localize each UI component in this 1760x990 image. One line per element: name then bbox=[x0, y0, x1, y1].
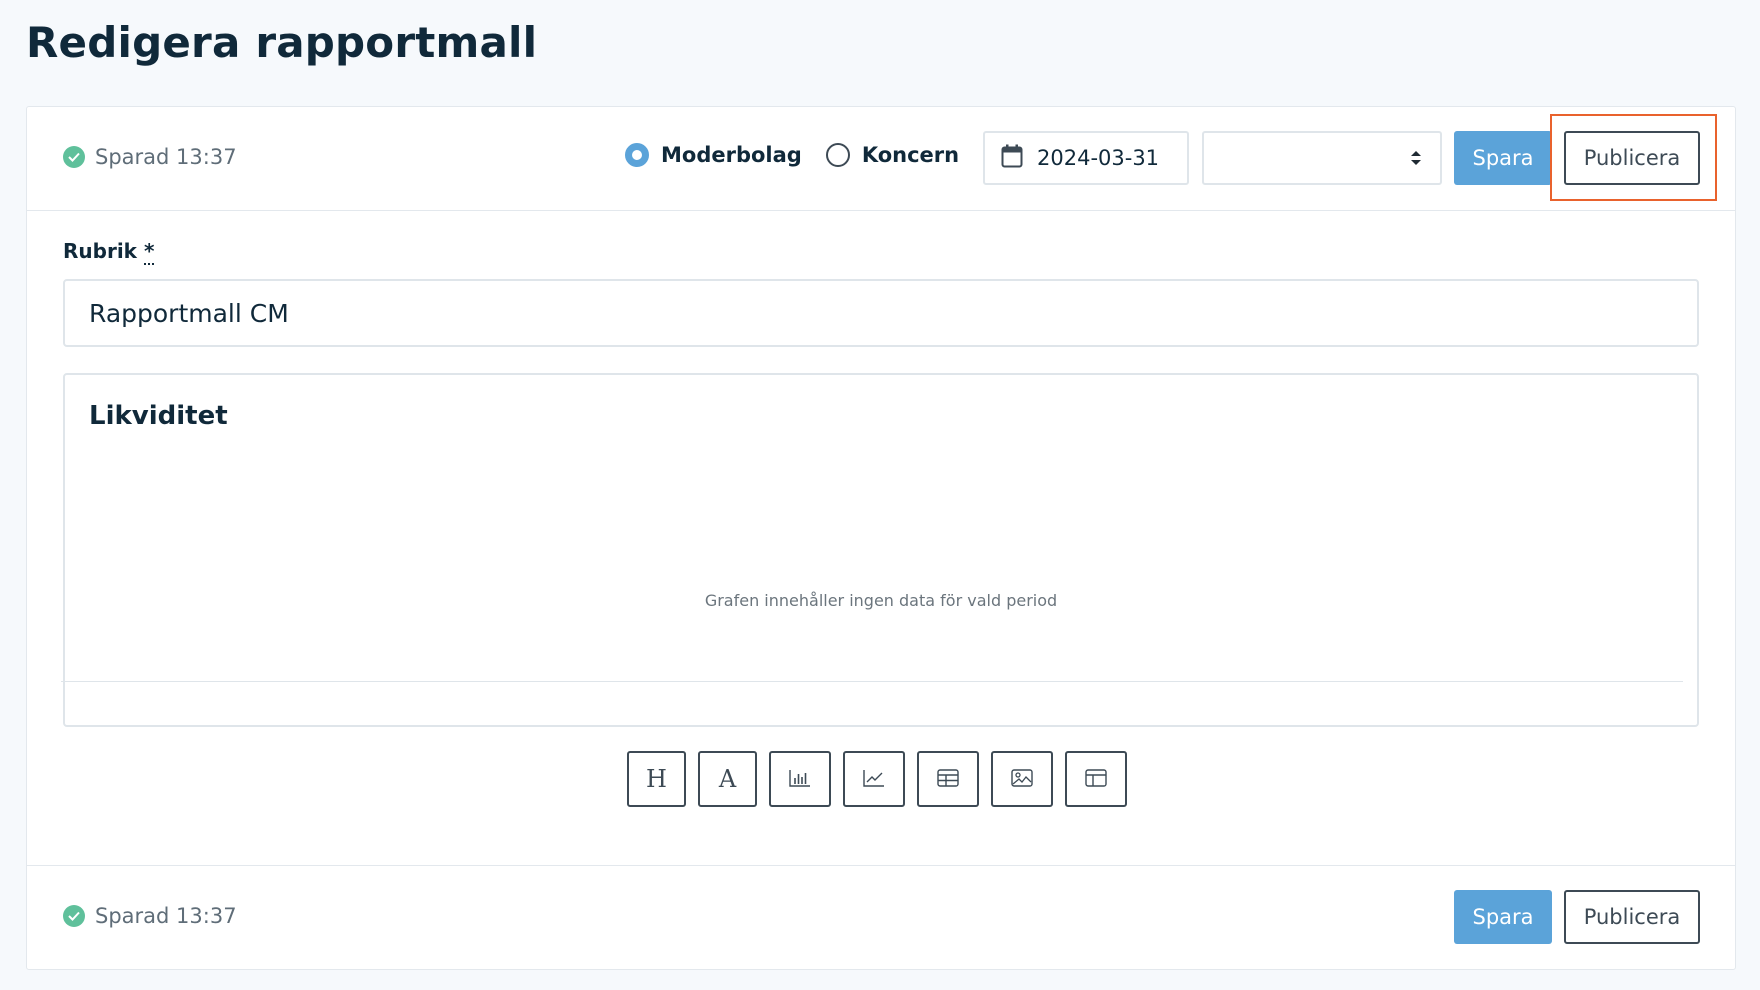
sort-arrows-icon bbox=[1410, 149, 1422, 171]
line-chart-icon bbox=[863, 769, 885, 790]
table-icon bbox=[937, 768, 959, 790]
page-title: Redigera rapportmall bbox=[26, 18, 538, 67]
table-tool[interactable] bbox=[917, 751, 979, 807]
radio-checked-icon[interactable] bbox=[625, 143, 649, 167]
footer-save-status: Sparad 13:37 bbox=[63, 904, 237, 928]
publish-button[interactable]: Publicera bbox=[1564, 131, 1700, 185]
entity-radio-group: Moderbolag Koncern bbox=[625, 143, 983, 167]
save-status-text: Sparad 13:37 bbox=[95, 145, 237, 169]
chart-baseline bbox=[61, 681, 1683, 682]
date-picker[interactable]: 2024-03-31 bbox=[983, 131, 1189, 185]
save-status: Sparad 13:37 bbox=[63, 145, 237, 169]
check-circle-icon bbox=[63, 905, 85, 927]
report-editor-card: Sparad 13:37 Moderbolag Koncern 2024-03-… bbox=[26, 106, 1736, 970]
footer-save-button[interactable]: Spara bbox=[1454, 890, 1552, 944]
period-select[interactable] bbox=[1202, 131, 1442, 185]
image-icon bbox=[1011, 768, 1033, 790]
required-marker: * bbox=[143, 239, 155, 265]
block-tools: H A bbox=[627, 751, 1127, 807]
save-button[interactable]: Spara bbox=[1454, 131, 1552, 185]
rubrik-label-text: Rubrik bbox=[63, 239, 137, 263]
radio-moderbolag[interactable]: Moderbolag bbox=[625, 143, 802, 167]
heading-icon: H bbox=[646, 765, 667, 793]
layout-tool[interactable] bbox=[1065, 751, 1127, 807]
rubrik-label: Rubrik * bbox=[63, 239, 155, 265]
image-tool[interactable] bbox=[991, 751, 1053, 807]
text-icon: A bbox=[718, 765, 737, 793]
empty-chart-message: Grafen innehåller ingen data för vald pe… bbox=[704, 591, 1058, 610]
bar-chart-tool[interactable] bbox=[769, 751, 831, 807]
footer-save-status-text: Sparad 13:37 bbox=[95, 904, 237, 928]
report-block[interactable]: Likviditet Grafen innehåller ingen data … bbox=[61, 373, 1699, 727]
radio-koncern-label: Koncern bbox=[861, 143, 960, 167]
top-toolbar: Sparad 13:37 Moderbolag Koncern 2024-03-… bbox=[27, 107, 1735, 211]
date-value: 2024-03-31 bbox=[1037, 146, 1160, 170]
text-tool[interactable]: A bbox=[698, 751, 757, 807]
bottom-toolbar: Sparad 13:37 Spara Publicera bbox=[27, 865, 1735, 969]
check-circle-icon bbox=[63, 146, 85, 168]
line-chart-tool[interactable] bbox=[843, 751, 905, 807]
layout-icon bbox=[1085, 768, 1107, 790]
heading-tool[interactable]: H bbox=[627, 751, 686, 807]
bar-chart-icon bbox=[789, 769, 811, 790]
rubrik-input[interactable] bbox=[63, 279, 1699, 347]
footer-publish-button[interactable]: Publicera bbox=[1564, 890, 1700, 944]
radio-unchecked-icon[interactable] bbox=[825, 143, 850, 167]
calendar-icon bbox=[1001, 144, 1023, 173]
block-title: Likviditet bbox=[89, 401, 228, 431]
radio-moderbolag-label: Moderbolag bbox=[661, 143, 802, 167]
radio-koncern[interactable]: Koncern bbox=[825, 143, 960, 167]
